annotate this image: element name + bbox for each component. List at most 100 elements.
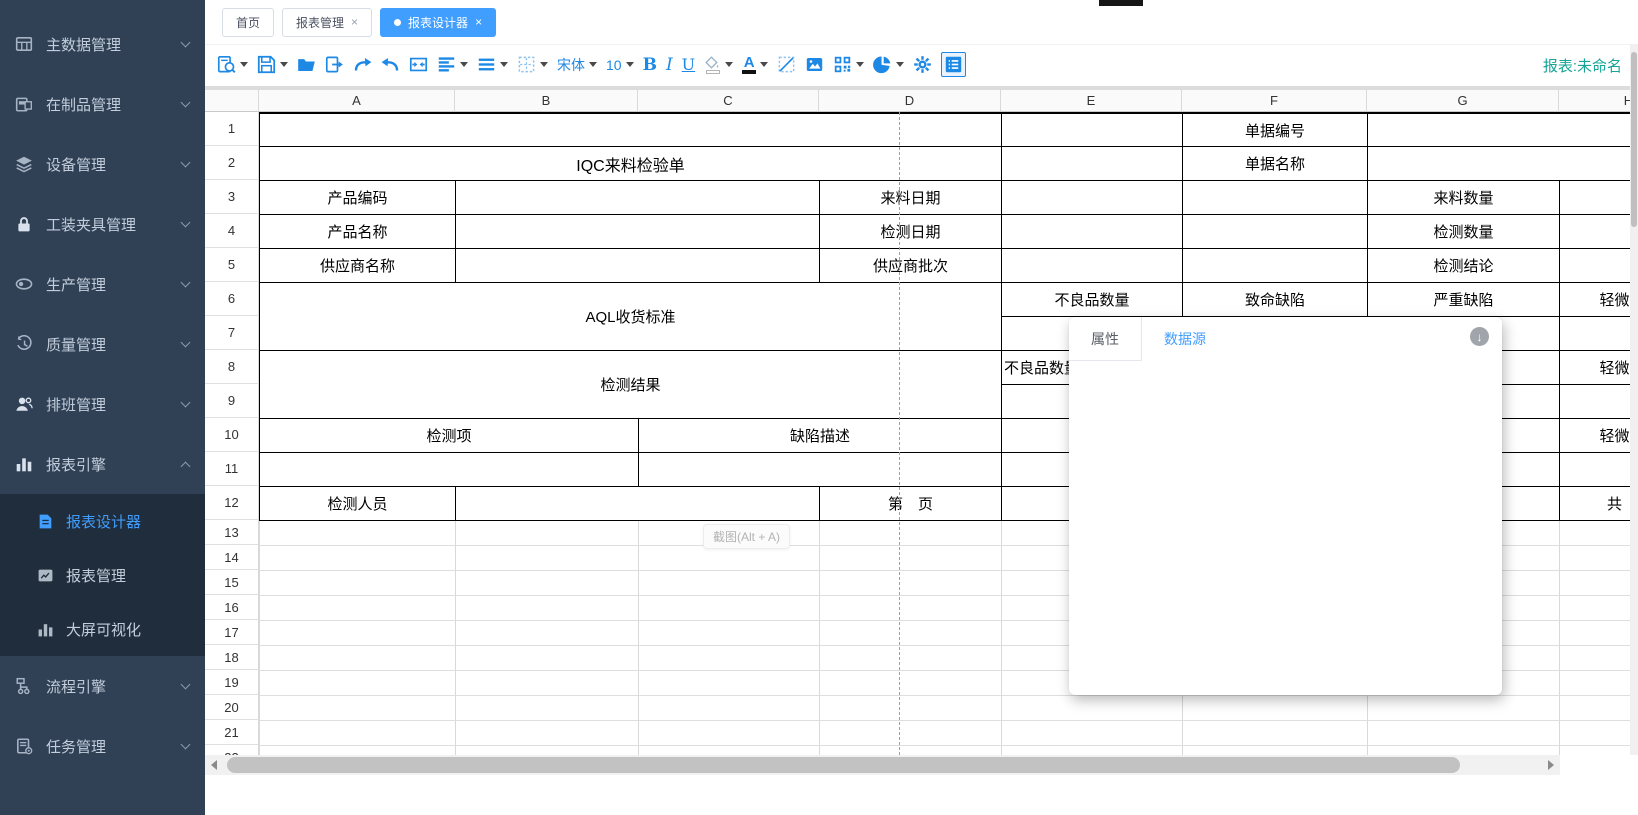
sidebar-item-equipment[interactable]: 设备管理 xyxy=(0,134,205,194)
sheet-cell[interactable]: 第 页 xyxy=(819,486,1002,521)
dropdown-caret-icon[interactable] xyxy=(460,62,468,67)
sheet-cell[interactable]: 检测日期 xyxy=(819,214,1002,249)
sidebar-item-report-engine[interactable]: 报表引擎 xyxy=(0,434,205,494)
settings-button[interactable] xyxy=(913,55,932,74)
row-number[interactable]: 8 xyxy=(205,350,259,384)
row-number[interactable]: 2 xyxy=(205,146,259,180)
chart-button[interactable] xyxy=(873,55,904,74)
row-number[interactable]: 1 xyxy=(205,112,259,146)
row-number[interactable]: 7 xyxy=(205,316,259,350)
close-icon[interactable]: × xyxy=(351,16,358,28)
dropdown-caret-icon[interactable] xyxy=(540,62,548,67)
sheet-corner-cell[interactable] xyxy=(205,90,259,112)
column-header[interactable]: H xyxy=(1559,90,1630,112)
sheet-cell[interactable] xyxy=(1559,248,1630,283)
line-style-button[interactable] xyxy=(477,55,508,74)
row-number[interactable]: 20 xyxy=(205,695,259,720)
sheet-cell[interactable] xyxy=(1182,180,1368,215)
horizontal-scrollbar[interactable] xyxy=(205,755,1560,775)
sheet-cell[interactable] xyxy=(1559,316,1630,351)
row-number[interactable]: 18 xyxy=(205,645,259,670)
sheet-cell[interactable] xyxy=(1182,248,1368,283)
column-header[interactable]: F xyxy=(1182,90,1367,112)
vertical-scrollbar-thumb[interactable] xyxy=(1631,52,1637,227)
sheet-cell[interactable] xyxy=(1559,452,1630,487)
horizontal-scrollbar-thumb[interactable] xyxy=(227,757,1460,773)
row-number[interactable]: 5 xyxy=(205,248,259,282)
align-button[interactable] xyxy=(437,55,468,74)
merge-cells-button[interactable] xyxy=(409,55,428,74)
column-header[interactable]: A xyxy=(259,90,455,112)
panel-tab-properties[interactable]: 属性 xyxy=(1069,317,1142,361)
sheet-cell[interactable]: 单据名称 xyxy=(1182,146,1368,181)
scroll-right-arrow-icon[interactable] xyxy=(1548,760,1554,770)
sheet-cell[interactable] xyxy=(1182,214,1368,249)
sheet-cell[interactable]: 供应商名称 xyxy=(259,248,456,283)
dropdown-caret-icon[interactable] xyxy=(280,62,288,67)
panel-toggle-button[interactable] xyxy=(941,52,966,77)
sheet-cell[interactable]: AQL收货标准 xyxy=(259,282,1002,351)
sidebar-item-report-management[interactable]: 报表管理 xyxy=(0,548,205,602)
sheet-cell[interactable]: 轻微缺陷 xyxy=(1559,350,1630,385)
sheet-cell[interactable]: 共 页 xyxy=(1559,486,1630,521)
sheet-cell[interactable] xyxy=(1001,146,1183,181)
sheet-cell[interactable] xyxy=(1367,146,1630,181)
insert-image-button[interactable] xyxy=(805,55,824,74)
dropdown-caret-icon[interactable] xyxy=(760,62,768,67)
sheet-cell[interactable] xyxy=(455,214,820,249)
sheet-cell[interactable]: 严重缺陷 xyxy=(1367,282,1560,317)
column-header[interactable]: E xyxy=(1001,90,1182,112)
row-number[interactable]: 19 xyxy=(205,670,259,695)
sheet-cell[interactable] xyxy=(1559,214,1630,249)
save-button[interactable] xyxy=(257,55,288,74)
italic-button[interactable]: I xyxy=(666,55,673,75)
borders-button[interactable] xyxy=(517,55,548,74)
row-number[interactable]: 17 xyxy=(205,620,259,645)
column-header[interactable]: B xyxy=(455,90,638,112)
panel-collapse-button[interactable]: ↓ xyxy=(1470,327,1489,346)
row-number[interactable]: 3 xyxy=(205,180,259,214)
tab-home[interactable]: 首页 xyxy=(222,8,274,37)
dropdown-caret-icon[interactable] xyxy=(896,62,904,67)
sheet-cell[interactable]: 产品名称 xyxy=(259,214,456,249)
sidebar-item-wip[interactable]: 在制品管理 xyxy=(0,74,205,134)
sheet-cell[interactable]: 供应商批次 xyxy=(819,248,1002,283)
sidebar-item-report-designer[interactable]: 报表设计器 xyxy=(0,494,205,548)
sheet-cell[interactable] xyxy=(1001,112,1183,147)
sidebar-item-dashboard-visualization[interactable]: 大屏可视化 xyxy=(0,602,205,656)
tab-report-management[interactable]: 报表管理 × xyxy=(282,8,372,37)
dropdown-caret-icon[interactable] xyxy=(626,62,634,67)
row-number[interactable]: 10 xyxy=(205,418,259,452)
font-size-select[interactable]: 10 xyxy=(606,57,634,73)
sheet-cell[interactable] xyxy=(1559,384,1630,419)
sheet-cell[interactable] xyxy=(638,452,1002,487)
sheet-cell[interactable]: 检测结果 xyxy=(259,350,1002,419)
sheet-cell[interactable]: 检测人员 xyxy=(259,486,456,521)
sheet-cell[interactable]: 轻微缺陷 xyxy=(1559,282,1630,317)
row-number[interactable]: 15 xyxy=(205,570,259,595)
row-number[interactable]: 14 xyxy=(205,545,259,570)
sheet-cell[interactable]: 单据编号 xyxy=(1182,112,1368,147)
sheet-cell[interactable]: 检测数量 xyxy=(1367,214,1560,249)
dropdown-caret-icon[interactable] xyxy=(500,62,508,67)
sidebar-item-process-engine[interactable]: 流程引擎 xyxy=(0,656,205,716)
dropdown-caret-icon[interactable] xyxy=(856,62,864,67)
row-number[interactable]: 13 xyxy=(205,520,259,545)
dropdown-caret-icon[interactable] xyxy=(589,62,597,67)
dropdown-caret-icon[interactable] xyxy=(240,62,248,67)
row-number[interactable]: 4 xyxy=(205,214,259,248)
preview-button[interactable] xyxy=(217,55,248,74)
tab-report-designer[interactable]: 报表设计器 × xyxy=(380,8,496,37)
sheet-cell[interactable] xyxy=(455,180,820,215)
export-button[interactable] xyxy=(325,55,344,74)
underline-button[interactable]: U xyxy=(682,55,695,74)
sheet-cell[interactable] xyxy=(259,452,639,487)
sheet-cell[interactable] xyxy=(455,486,820,521)
sheet-cell[interactable]: 来料数量 xyxy=(1367,180,1560,215)
sidebar-item-master-data[interactable]: 主数据管理 xyxy=(0,14,205,74)
sheet-cell[interactable]: 轻微缺陷 xyxy=(1559,418,1630,453)
close-icon[interactable]: × xyxy=(475,16,482,28)
sidebar-item-scheduling[interactable]: 排班管理 xyxy=(0,374,205,434)
row-number[interactable]: 16 xyxy=(205,595,259,620)
row-number[interactable]: 12 xyxy=(205,486,259,520)
